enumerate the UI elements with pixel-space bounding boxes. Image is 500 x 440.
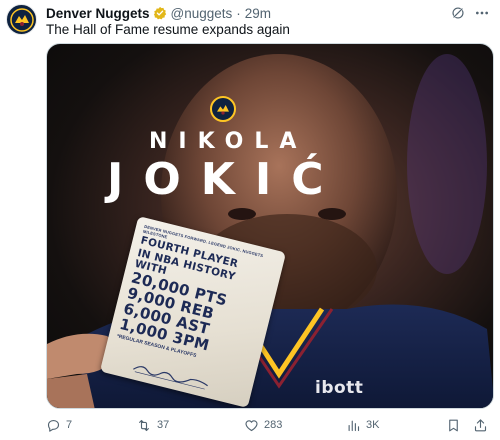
separator-dot: · — [236, 5, 241, 21]
avatar[interactable] — [6, 4, 37, 35]
retweet-count: 37 — [157, 419, 170, 431]
nuggets-logo-icon — [210, 96, 236, 122]
like-count: 283 — [264, 419, 283, 431]
tweet-header: Denver Nuggets @nuggets · 29m — [46, 5, 271, 21]
reply-button[interactable]: 7 — [46, 416, 72, 434]
share-icon — [474, 418, 487, 431]
reply-icon — [47, 419, 60, 432]
media-image[interactable]: NIKOLA JOKIĆ DENVER NUGGETS FORWARD. LEG… — [46, 43, 494, 409]
reply-count: 7 — [66, 419, 73, 431]
verified-badge-icon — [153, 6, 167, 20]
analytics-icon — [348, 420, 360, 431]
views-button[interactable]: 3K — [346, 416, 379, 434]
share-button[interactable] — [473, 416, 493, 434]
view-count: 3K — [366, 419, 380, 431]
more-options-icon[interactable] — [474, 6, 490, 20]
jersey-sponsor: ibott — [315, 378, 364, 398]
author-name[interactable]: Denver Nuggets — [46, 6, 150, 21]
player-last-name: JOKIĆ — [107, 154, 344, 205]
timestamp[interactable]: 29m — [245, 6, 271, 21]
like-button[interactable]: 283 — [244, 416, 282, 434]
author-handle[interactable]: @nuggets — [171, 6, 233, 21]
retweet-button[interactable]: 37 — [136, 416, 169, 434]
grok-icon[interactable] — [451, 6, 465, 20]
retweet-icon — [139, 419, 149, 431]
bookmark-button[interactable] — [446, 416, 466, 434]
tweet-actions: 7 37 283 3K — [46, 416, 494, 434]
player-first-name: NIKOLA — [149, 129, 308, 154]
bookmark-icon — [449, 419, 458, 431]
nuggets-logo-icon — [9, 7, 34, 32]
heart-icon — [245, 419, 258, 431]
tweet[interactable]: Denver Nuggets @nuggets · 29m The Hall o… — [0, 0, 500, 440]
tweet-text: The Hall of Fame resume expands again — [46, 22, 290, 37]
